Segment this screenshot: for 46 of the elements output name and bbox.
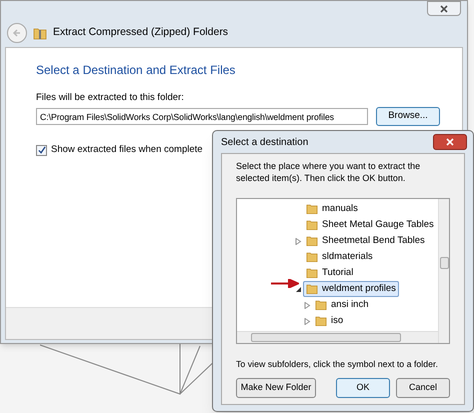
expand-triangle-icon[interactable] [294, 238, 302, 244]
folder-icon [306, 283, 318, 295]
checkmark-icon [38, 146, 46, 154]
expand-triangle-icon[interactable] [304, 318, 310, 324]
folder-icon [315, 315, 327, 327]
folder-icon [306, 235, 318, 247]
dialog-button[interactable]: OK [336, 378, 390, 398]
path-field[interactable]: C:\Program Files\SolidWorks Corp\SolidWorks\lang\english\weldment profiles [36, 108, 368, 125]
close-button[interactable] [433, 134, 467, 150]
instructions: Select the place where you want to extract the selected item(s). Then click the OK button. [236, 160, 422, 184]
folder-icon [306, 251, 318, 263]
browse-button[interactable]: Browse... [376, 107, 440, 126]
window-title: Extract Compressed (Zipped) Folders [53, 25, 228, 40]
hint-text: To view subfolders, click the symbol next to a folder. [236, 358, 439, 370]
scroll-thumb[interactable] [440, 257, 448, 269]
folder-icon [306, 267, 318, 279]
tree-item[interactable]: manuals [303, 201, 361, 217]
folder-icon [315, 299, 327, 311]
expand-triangle-icon[interactable] [304, 302, 310, 308]
scroll-thumb[interactable] [251, 333, 401, 342]
close-button[interactable] [427, 1, 461, 16]
heading: Select a Destination and Extract Files [36, 62, 236, 78]
tree-item[interactable]: sldmaterials [303, 249, 376, 265]
dialog-title: Select a destination [221, 136, 308, 150]
tree-item[interactable]: iso [312, 313, 346, 329]
folder-icon [306, 219, 318, 231]
folder-icon [306, 203, 318, 215]
collapse-triangle-icon[interactable] [294, 286, 302, 292]
vertical-scrollbar[interactable] [438, 199, 449, 343]
back-arrow-icon [12, 28, 22, 38]
tree-item[interactable]: Sheet Metal Gauge Tables [303, 217, 437, 233]
dialog-button[interactable]: Cancel [396, 378, 450, 398]
dialog-button[interactable]: Make New Folder [236, 378, 316, 398]
checkbox[interactable] [36, 144, 47, 156]
zip-folder-icon [33, 26, 47, 40]
back-button[interactable] [7, 23, 27, 43]
tree-item[interactable]: weldment profiles [303, 281, 399, 297]
tree-item[interactable]: ansi inch [312, 297, 372, 313]
close-icon [446, 138, 454, 146]
tree-item[interactable]: Sheetmetal Bend Tables [303, 233, 428, 249]
checkbox-label: Show extracted files when complete [51, 143, 203, 157]
tree-item[interactable]: Tutorial [303, 265, 356, 281]
horizontal-scrollbar[interactable] [237, 331, 438, 343]
pointer-arrow-icon [271, 279, 299, 288]
path-label: Files will be extracted to this folder: [36, 92, 185, 104]
close-icon [440, 4, 448, 12]
